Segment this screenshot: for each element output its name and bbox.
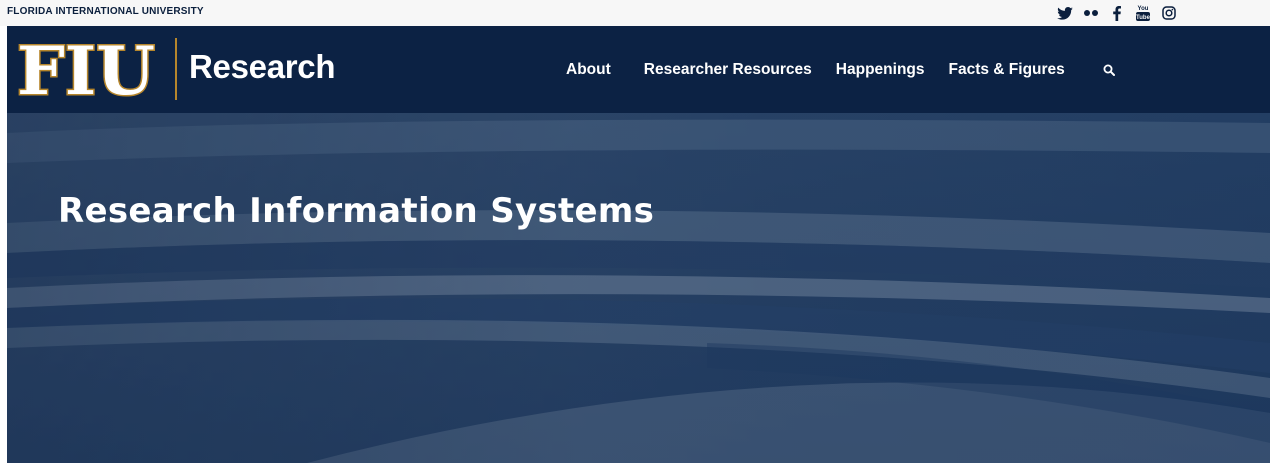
logo-divider <box>175 38 177 100</box>
page-title: Research Information Systems <box>58 191 655 231</box>
social-links: You Tube <box>1052 3 1182 23</box>
youtube-icon[interactable]: You Tube <box>1130 3 1156 23</box>
nav-happenings[interactable]: Happenings <box>836 61 925 79</box>
nav-researcher-resources[interactable]: Researcher Resources <box>644 61 812 79</box>
svg-text:You: You <box>1138 6 1149 12</box>
nav-facts-figures[interactable]: Facts & Figures <box>949 61 1065 79</box>
site-header: FIU Research About Researcher Resources … <box>7 26 1270 113</box>
twitter-icon[interactable] <box>1052 3 1078 23</box>
search-icon[interactable] <box>1101 62 1117 78</box>
facebook-icon[interactable] <box>1104 3 1130 23</box>
nav-about[interactable]: About <box>566 61 611 79</box>
hero-banner: Research Information Systems <box>7 113 1270 463</box>
instagram-icon[interactable] <box>1156 3 1182 23</box>
top-utility-bar: FLORIDA INTERNATIONAL UNIVERSITY You Tub… <box>0 0 1270 26</box>
fiu-logo-mark: FIU <box>17 37 157 101</box>
svg-text:FIU: FIU <box>17 37 155 101</box>
fiu-research-logo[interactable]: FIU Research <box>17 37 336 101</box>
logo-text: Research <box>189 48 336 85</box>
university-name-link[interactable]: FLORIDA INTERNATIONAL UNIVERSITY <box>7 6 204 17</box>
hero-overlay <box>7 113 1270 463</box>
svg-text:Tube: Tube <box>1136 15 1151 21</box>
flickr-icon[interactable] <box>1078 3 1104 23</box>
main-navigation: About Researcher Resources Happenings Fa… <box>566 61 1117 79</box>
